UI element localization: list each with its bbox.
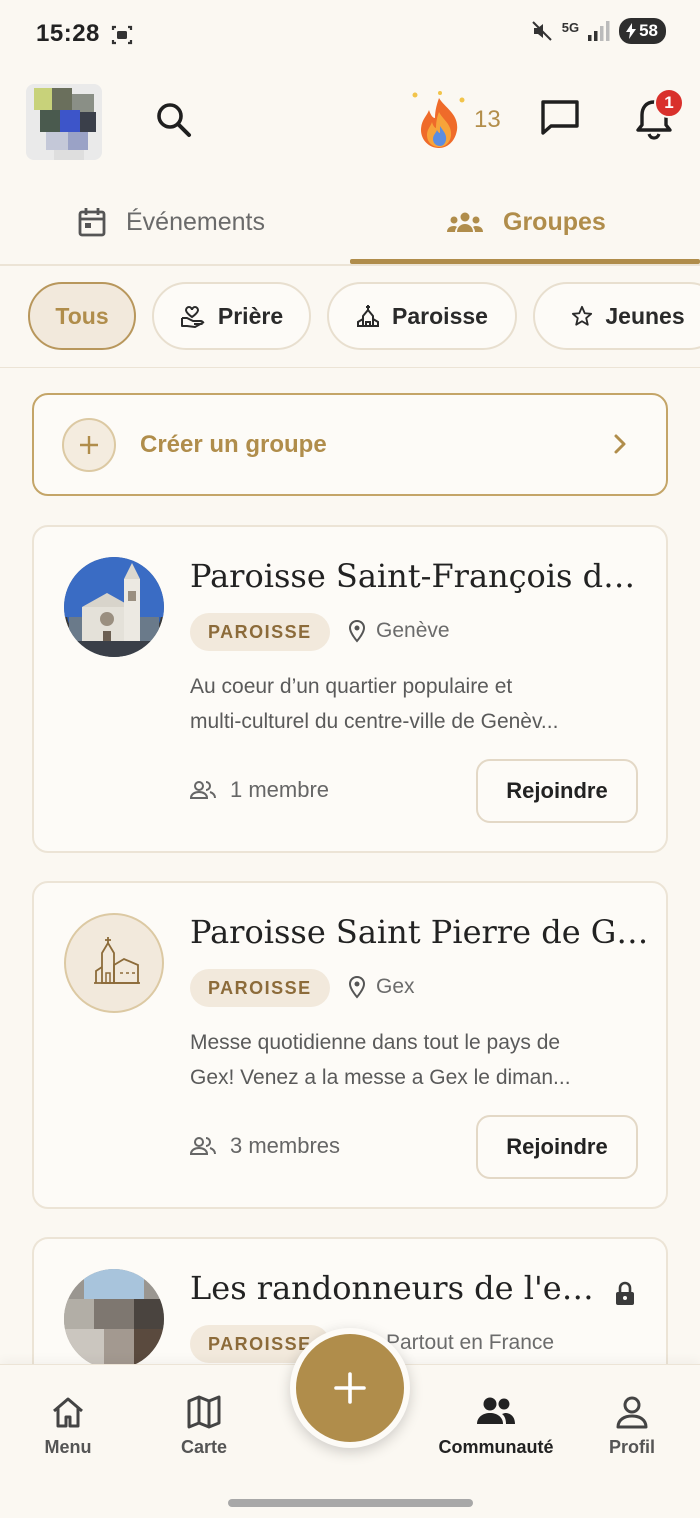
- filter-chip-tous[interactable]: Tous: [28, 282, 136, 350]
- active-tab-indicator: [350, 259, 700, 264]
- home-icon: [53, 1397, 83, 1428]
- search-icon[interactable]: [152, 98, 196, 142]
- chevron-right-icon: [614, 434, 626, 454]
- filter-chip-priere[interactable]: Prière: [152, 282, 311, 350]
- nav-label: Profil: [608, 1437, 655, 1457]
- description-line: Messe quotidienne dans tout le pays de: [190, 1031, 561, 1054]
- filter-chip-jeunes[interactable]: Jeunes: [533, 282, 700, 350]
- category-badge: PAROISSE: [190, 613, 330, 651]
- streak-fire-icon[interactable]: [410, 90, 468, 150]
- member-count-label: 1 membre: [230, 777, 330, 802]
- group-description: Au coeur d’un quartier populaire et mult…: [190, 669, 645, 739]
- battery-level: 58: [639, 21, 658, 40]
- filter-chips: Tous Prière Paroisse Jeunes: [0, 280, 700, 368]
- streak-count: 13: [474, 106, 501, 133]
- join-button[interactable]: Rejoindre: [476, 759, 638, 823]
- nav-item-carte[interactable]: Carte: [144, 1395, 264, 1458]
- group-location: Gex: [348, 975, 415, 999]
- mute-icon: [532, 21, 552, 41]
- plus-icon: [334, 1372, 366, 1404]
- location-pin-icon: [348, 619, 366, 643]
- status-bar: 15:28 5G 58: [0, 0, 700, 70]
- church-icon: [357, 305, 380, 327]
- nav-item-profil[interactable]: Profil: [572, 1395, 692, 1458]
- members-icon: [190, 1137, 216, 1155]
- filter-chip-paroisse[interactable]: Paroisse: [327, 282, 517, 350]
- plus-circle-icon: [62, 418, 116, 472]
- nav-label: Menu: [44, 1437, 92, 1457]
- member-count: 1 membre: [190, 777, 329, 803]
- messages-icon[interactable]: [538, 96, 582, 140]
- location-pin-icon: [348, 975, 366, 999]
- location-label: Gex: [376, 975, 415, 998]
- map-icon: [187, 1395, 221, 1429]
- nav-item-menu[interactable]: Menu: [8, 1395, 128, 1458]
- star-icon: [572, 305, 593, 326]
- praying-hands-icon: [180, 305, 205, 328]
- category-badge: PAROISSE: [190, 969, 330, 1007]
- nav-item-communaute[interactable]: Communauté: [426, 1395, 566, 1458]
- group-photo: [64, 557, 164, 657]
- filter-chip-label: Paroisse: [392, 302, 488, 329]
- add-fab-button[interactable]: [290, 1328, 410, 1448]
- filter-chip-label: Tous: [55, 302, 109, 329]
- filter-chip-label: Jeunes: [605, 302, 685, 329]
- signal-icon: [588, 21, 610, 41]
- group-title: Les randonneurs de l'extr...: [190, 1269, 600, 1307]
- description-line: Au coeur d’un quartier populaire et: [190, 675, 513, 698]
- create-group-label: Créer un groupe: [140, 431, 327, 458]
- group-description: Messe quotidienne dans tout le pays de G…: [190, 1025, 645, 1095]
- description-line: multi-culturel du centre-ville de Genèv.…: [190, 710, 559, 733]
- member-count-label: 3 membres: [230, 1133, 341, 1158]
- nav-label: Carte: [180, 1437, 228, 1457]
- tab-groups-label: Groupes: [503, 207, 606, 236]
- description-line: Gex! Venez a la messe a Gex le diman...: [190, 1066, 571, 1089]
- battery-indicator: 58: [619, 18, 666, 44]
- status-time: 15:28: [36, 20, 100, 47]
- screenshot-icon: [111, 25, 133, 45]
- join-button[interactable]: Rejoindre: [476, 1115, 638, 1179]
- location-label: Partout en France: [386, 1331, 555, 1354]
- lock-icon: [616, 1281, 634, 1305]
- home-indicator[interactable]: [228, 1499, 473, 1507]
- member-count: 3 membres: [190, 1133, 340, 1159]
- group-photo: [64, 1269, 164, 1369]
- group-card[interactable]: Paroisse Saint-François de S... PAROISSE…: [32, 525, 668, 853]
- location-label: Genève: [376, 619, 450, 642]
- user-avatar[interactable]: [26, 84, 102, 160]
- tab-groups[interactable]: Groupes: [447, 180, 606, 264]
- profile-icon: [616, 1396, 648, 1429]
- calendar-icon: [78, 208, 106, 237]
- groups-icon: [447, 212, 483, 232]
- tab-events[interactable]: Événements: [78, 180, 265, 264]
- network-type: 5G: [561, 19, 580, 35]
- tab-events-label: Événements: [126, 207, 265, 236]
- group-location: Genève: [348, 619, 450, 643]
- notification-badge: 1: [654, 88, 684, 118]
- group-photo: [64, 913, 164, 1013]
- members-icon: [190, 781, 216, 799]
- filter-chip-label: Prière: [217, 302, 284, 329]
- top-tabs: Événements Groupes: [0, 180, 700, 266]
- group-title: Paroisse Saint-François de S...: [190, 557, 650, 595]
- create-group-button[interactable]: Créer un groupe: [32, 393, 668, 496]
- community-icon: [477, 1397, 515, 1424]
- group-title: Paroisse Saint Pierre de Gex: [190, 913, 650, 951]
- group-card[interactable]: Paroisse Saint Pierre de Gex PAROISSE Ge…: [32, 881, 668, 1209]
- app-header: 13: [0, 78, 700, 168]
- charging-icon: [626, 23, 637, 39]
- nav-label: Communauté: [438, 1437, 554, 1457]
